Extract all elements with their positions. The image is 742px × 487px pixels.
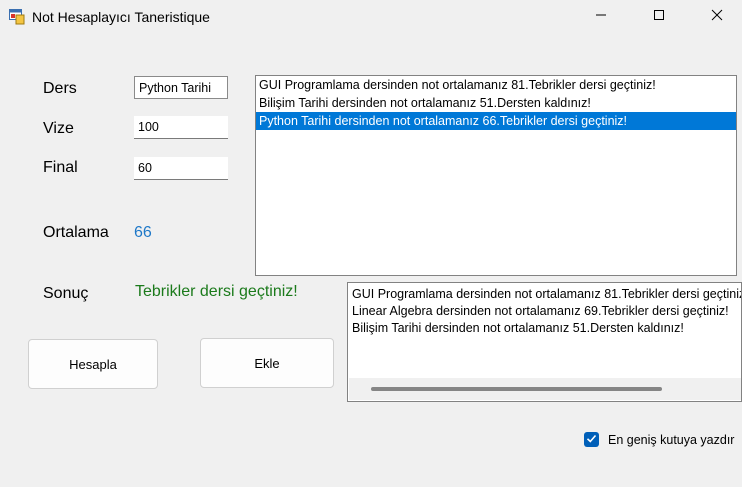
list-item[interactable]: Bilişim Tarihi dersinden not ortalamanız…	[348, 320, 741, 337]
ortalama-label: Ortalama	[43, 224, 109, 241]
sonuc-label: Sonuç	[43, 285, 89, 302]
results-listbox[interactable]: GUI Programlama dersinden not ortalamanı…	[255, 75, 737, 276]
ekle-button[interactable]: Ekle	[200, 338, 334, 388]
list-item[interactable]: Linear Algebra dersinden not ortalamanız…	[348, 303, 741, 320]
close-icon	[711, 8, 723, 26]
list-item-selected[interactable]: Python Tarihi dersinden not ortalamanız …	[256, 112, 736, 130]
wide-results-listbox[interactable]: GUI Programlama dersinden not ortalamanı…	[347, 282, 742, 402]
final-input[interactable]: 60	[134, 157, 228, 180]
maximize-button[interactable]	[630, 0, 688, 34]
minimize-icon	[595, 8, 607, 26]
close-button[interactable]	[688, 0, 742, 34]
minimize-button[interactable]	[572, 0, 630, 34]
hesapla-button[interactable]: Hesapla	[28, 339, 158, 389]
checkbox-label: En geniş kutuya yazdır	[608, 432, 735, 447]
app-window-icon	[9, 9, 25, 25]
ortalama-value: 66	[134, 224, 152, 241]
list-item[interactable]: GUI Programlama dersinden not ortalamanı…	[256, 76, 736, 94]
final-label: Final	[43, 159, 78, 176]
list-item[interactable]: GUI Programlama dersinden not ortalamanı…	[348, 286, 741, 303]
maximize-icon	[653, 8, 665, 26]
vize-input[interactable]: 100	[134, 116, 228, 139]
ders-label: Ders	[43, 80, 77, 97]
check-icon	[586, 431, 597, 449]
window-title: Not Hesaplayıcı Taneristique	[32, 9, 210, 25]
title-bar: Not Hesaplayıcı Taneristique	[0, 0, 742, 34]
scrollbar-thumb[interactable]	[371, 387, 662, 391]
checkbox-box[interactable]	[584, 432, 599, 447]
list-item[interactable]: Bilişim Tarihi dersinden not ortalamanız…	[256, 94, 736, 112]
ders-input[interactable]: Python Tarihi	[134, 76, 228, 99]
widest-box-checkbox[interactable]: En geniş kutuya yazdır	[584, 432, 734, 447]
horizontal-scrollbar[interactable]	[349, 378, 741, 400]
sonuc-value: Tebrikler dersi geçtiniz!	[135, 283, 298, 300]
vize-label: Vize	[43, 120, 74, 137]
